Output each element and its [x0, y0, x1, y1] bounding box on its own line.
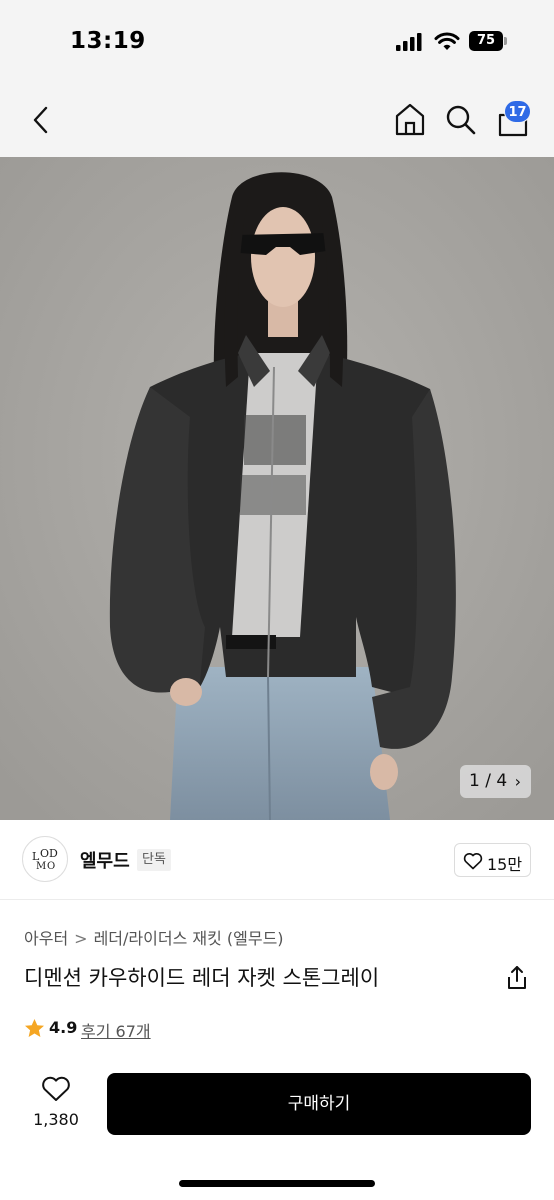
status-time: 13:19: [70, 28, 146, 54]
home-indicator: [179, 1180, 375, 1187]
next-arrow-icon: ›: [514, 772, 521, 791]
star-icon: [25, 1019, 44, 1037]
review-link[interactable]: 후기 67개: [81, 1018, 151, 1042]
breadcrumb: 아우터 > 레더/라이더스 재킷 (엘무드): [24, 925, 284, 949]
home-icon[interactable]: [393, 102, 427, 138]
brand-name[interactable]: 엘무드: [80, 847, 130, 873]
heart-icon: [463, 853, 483, 870]
exclusive-badge: 단독: [137, 849, 171, 871]
share-icon[interactable]: [505, 965, 529, 991]
bottom-action-bar: 1,380 구매하기: [0, 1060, 554, 1200]
svg-text:M: M: [36, 861, 46, 872]
breadcrumb-separator: >: [74, 929, 88, 948]
model-photo: [0, 157, 554, 820]
brand-logo[interactable]: L O D M O: [22, 836, 68, 882]
battery-level: 75: [469, 31, 503, 51]
gallery-page-text: 1 / 4: [469, 771, 508, 791]
product-image[interactable]: [0, 157, 554, 820]
buy-button[interactable]: 구매하기: [107, 1073, 531, 1135]
wishlist-button[interactable]: 1,380: [22, 1074, 90, 1138]
heart-icon: [42, 1076, 70, 1101]
breadcrumb-subcategory[interactable]: 레더/라이더스 재킷 (엘무드): [94, 929, 284, 948]
cart-badge: 17: [504, 100, 531, 123]
wifi-icon: [434, 32, 460, 50]
brand-like-count: 15만: [487, 855, 523, 874]
status-bar: 13:19 75: [0, 0, 554, 84]
gallery-page-indicator[interactable]: 1 / 4 ›: [460, 765, 531, 798]
breadcrumb-category[interactable]: 아우터: [24, 929, 68, 948]
signal-icon: [396, 33, 422, 51]
svg-text:D: D: [49, 847, 58, 860]
svg-text:O: O: [40, 847, 49, 860]
search-icon[interactable]: [444, 102, 478, 138]
brand-row: L O D M O 엘무드 단독 15만: [0, 820, 554, 900]
svg-text:O: O: [47, 861, 55, 872]
top-navigation: [0, 84, 554, 157]
brand-like-button[interactable]: 15만: [454, 843, 531, 877]
battery-cap: [504, 37, 507, 45]
brand-logo-mark: L O D M O: [32, 847, 58, 872]
rating-score: 4.9: [49, 1018, 78, 1037]
wishlist-count: 1,380: [33, 1110, 79, 1129]
product-title: 디멘션 카우하이드 레더 자켓 스톤그레이: [24, 966, 380, 990]
battery-icon: 75: [469, 31, 509, 51]
back-icon[interactable]: [26, 104, 56, 136]
